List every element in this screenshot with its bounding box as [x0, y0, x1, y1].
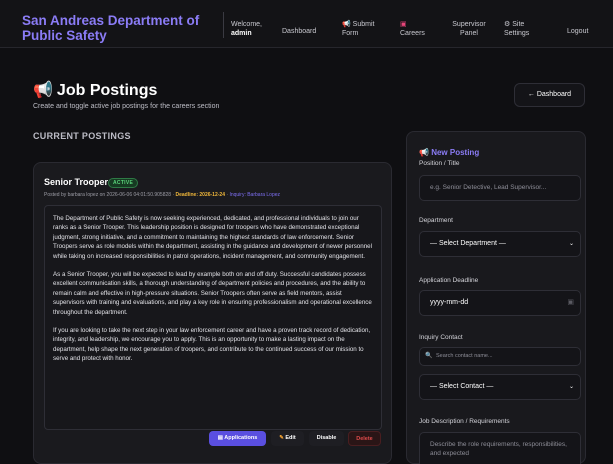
welcome-user: admin	[231, 30, 252, 37]
pencil-icon: ✎	[279, 435, 284, 441]
deadline-label: Application Deadline	[419, 277, 479, 284]
nav-careers-label: Careers	[400, 30, 425, 37]
megaphone-icon: 📢	[33, 82, 53, 99]
description-textarea[interactable]: Describe the role requirements, responsi…	[419, 432, 581, 464]
delete-button[interactable]: Delete	[348, 431, 381, 446]
page-subtitle: Create and toggle active job postings fo…	[33, 103, 220, 110]
contact-search-input[interactable]: 🔍 Search contact name...	[419, 347, 581, 366]
current-postings-label: CURRENT POSTINGS	[33, 131, 131, 141]
back-to-dashboard-button[interactable]: ← Dashboard	[514, 83, 585, 107]
department-select[interactable]: — Select Department — ⌄	[419, 231, 581, 257]
contact-label: Inquiry Contact	[419, 334, 463, 341]
meta-separator: ·	[226, 192, 229, 198]
posted-by: Posted by barbara lopez on 2026-06-06 04…	[44, 192, 172, 198]
deadline-value: yyyy-mm-dd	[430, 299, 469, 306]
chevron-down-icon: ⌄	[568, 241, 574, 247]
document-icon: ▤	[217, 435, 223, 441]
applications-label: Applications	[224, 435, 258, 441]
edit-button[interactable]: ✎ Edit	[271, 431, 304, 446]
gear-icon: ⚙	[504, 21, 511, 28]
edit-label: Edit	[285, 435, 296, 441]
new-posting-title: 📢 New Posting	[419, 148, 479, 157]
deadline: Deadline: 2026-12-24	[175, 192, 225, 198]
briefcase-icon: ▣	[400, 21, 407, 28]
description-label: Job Description / Requirements	[419, 418, 510, 425]
contact-search-placeholder: Search contact name...	[436, 353, 493, 359]
status-badge: ACTIVE	[108, 178, 139, 188]
department-label: Department	[419, 217, 453, 224]
nav-dashboard-link[interactable]: Dashboard	[282, 27, 316, 36]
welcome-text: Welcome, admin	[231, 20, 262, 38]
new-posting-title-text: New Posting	[431, 148, 480, 157]
welcome-prefix: Welcome,	[231, 21, 262, 28]
nav-submit-form-link[interactable]: 📢 Submit Form	[342, 20, 382, 38]
position-label: Position / Title	[419, 160, 460, 167]
contact-value: — Select Contact —	[430, 383, 494, 390]
job-posting-card: Senior Trooper ACTIVE Posted by barbara …	[33, 162, 392, 464]
nav-careers-link[interactable]: ▣ Careers	[400, 20, 425, 38]
megaphone-icon: 📢	[419, 148, 429, 157]
applications-button[interactable]: ▤ Applications	[209, 431, 266, 446]
description-paragraph: As a Senior Trooper, you will be expecte…	[53, 271, 372, 316]
posting-meta: Posted by barbara lopez on 2026-06-06 04…	[44, 192, 280, 198]
new-posting-panel: 📢 New Posting Position / Title e.g. Seni…	[406, 131, 586, 464]
department-value: — Select Department —	[430, 240, 506, 247]
nav-supervisor-label: Supervisor Panel	[452, 21, 486, 37]
nav-supervisor-panel-link[interactable]: Supervisor Panel	[447, 20, 491, 38]
top-navbar: San Andreas Department of Public Safety …	[0, 0, 613, 48]
position-input[interactable]: e.g. Senior Detective, Lead Supervisor..…	[419, 175, 581, 201]
page-title-text: Job Postings	[56, 82, 158, 99]
megaphone-icon: 📢	[342, 21, 351, 28]
disable-button[interactable]: Disable	[309, 431, 344, 446]
nav-site-settings-link[interactable]: ⚙ Site Settings	[504, 20, 544, 38]
nav-logout-link[interactable]: Logout	[567, 27, 588, 36]
deadline-input[interactable]: yyyy-mm-dd ▣	[419, 290, 581, 316]
calendar-icon[interactable]: ▣	[567, 291, 574, 315]
contact-select[interactable]: — Select Contact — ⌄	[419, 374, 581, 400]
search-icon: 🔍	[425, 353, 433, 359]
description-paragraph: The Department of Public Safety is now s…	[53, 215, 372, 260]
nav-divider	[223, 12, 224, 38]
inquiry-contact: Inquiry: Barbara Lopez	[229, 192, 281, 198]
meta-separator: ·	[172, 192, 175, 198]
chevron-down-icon: ⌄	[568, 384, 574, 390]
brand-title[interactable]: San Andreas Department of Public Safety	[22, 13, 212, 43]
job-description: The Department of Public Safety is now s…	[44, 205, 382, 430]
job-title: Senior Trooper	[44, 177, 109, 187]
page-title: 📢 Job Postings	[33, 80, 157, 100]
description-paragraph: If you are looking to take the next step…	[53, 327, 371, 363]
